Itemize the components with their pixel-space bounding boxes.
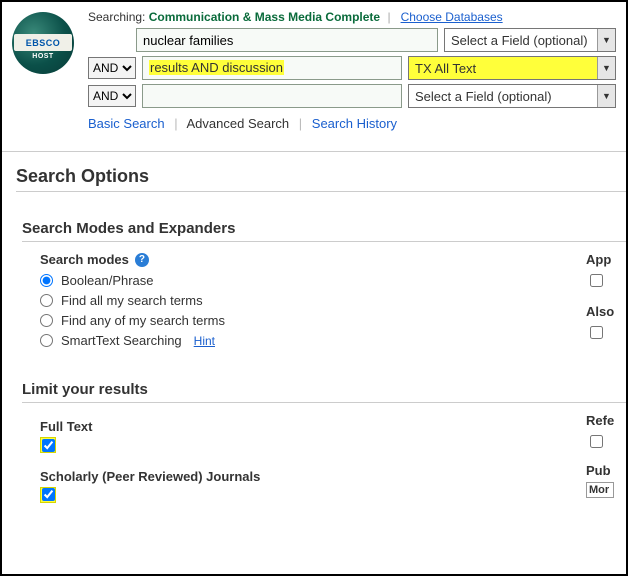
mode-smarttext[interactable]: SmartText Searching Hint: [40, 333, 586, 348]
search-header: EBSCO HOST Searching: Communication & Ma…: [2, 2, 626, 141]
search-mode-links: Basic Search | Advanced Search | Search …: [88, 116, 616, 131]
mode-find-all[interactable]: Find all my search terms: [40, 293, 586, 308]
limit-right: Refe Pub Mor: [586, 413, 626, 504]
database-name: Communication & Mass Media Complete: [149, 10, 380, 24]
field-select-2[interactable]: TX All Text ▼: [408, 56, 616, 80]
search-term-1[interactable]: [136, 28, 438, 52]
apply-checkbox[interactable]: [590, 274, 603, 287]
pub-label-partial: Pub: [586, 463, 626, 478]
also-label-partial: Also: [586, 304, 626, 319]
refe-label-partial: Refe: [586, 413, 626, 428]
logo-brand: EBSCO: [26, 38, 61, 48]
boolean-op-2[interactable]: AND: [88, 57, 136, 79]
basic-search-link[interactable]: Basic Search: [88, 116, 165, 131]
searching-line: Searching: Communication & Mass Media Co…: [88, 10, 616, 24]
scholarly-checkbox[interactable]: [42, 488, 55, 501]
references-checkbox[interactable]: [590, 435, 603, 448]
smarttext-hint-link[interactable]: Hint: [194, 334, 215, 348]
expanders-right: App Also: [586, 252, 626, 353]
field-select-1-value: Select a Field (optional): [451, 33, 588, 48]
search-options-title: Search Options: [16, 166, 626, 192]
search-history-link[interactable]: Search History: [312, 116, 397, 131]
full-text-label: Full Text: [40, 419, 586, 434]
mode-boolean[interactable]: Boolean/Phrase: [40, 273, 586, 288]
search-row-3: AND Select a Field (optional) ▼: [88, 84, 616, 108]
search-options: Search Options Search Modes and Expander…: [2, 152, 626, 504]
scholarly-label: Scholarly (Peer Reviewed) Journals: [40, 469, 586, 484]
searching-label: Searching:: [88, 10, 145, 24]
search-term-2: results AND discussion: [149, 60, 284, 75]
field-select-1[interactable]: Select a Field (optional) ▼: [444, 28, 616, 52]
limit-heading: Limit your results: [22, 381, 626, 403]
search-block: Searching: Communication & Mass Media Co…: [88, 10, 616, 131]
search-row-1: Select a Field (optional) ▼: [88, 28, 616, 52]
help-icon[interactable]: ?: [135, 253, 149, 267]
choose-databases-link[interactable]: Choose Databases: [401, 10, 503, 24]
boolean-op-3[interactable]: AND: [88, 85, 136, 107]
modes-section: Search Modes and Expanders Search modes …: [16, 220, 626, 353]
search-term-3[interactable]: [142, 84, 402, 108]
chevron-down-icon: ▼: [597, 85, 615, 107]
search-modes-label: Search modes ?: [40, 252, 586, 267]
scholarly-check-hl: [40, 487, 56, 503]
logo-sub: HOST: [12, 53, 74, 60]
chevron-down-icon: ▼: [597, 29, 615, 51]
full-text-checkbox[interactable]: [42, 439, 55, 452]
app-frame: EBSCO HOST Searching: Communication & Ma…: [0, 0, 628, 576]
ebsco-logo: EBSCO HOST: [12, 12, 74, 74]
chevron-down-icon: ▼: [597, 57, 615, 79]
also-checkbox[interactable]: [590, 326, 603, 339]
pub-month-partial[interactable]: Mor: [586, 482, 614, 498]
search-term-2-wrap[interactable]: results AND discussion: [142, 56, 402, 80]
field-select-3-value: Select a Field (optional): [415, 89, 552, 104]
modes-heading: Search Modes and Expanders: [22, 220, 626, 242]
field-select-3[interactable]: Select a Field (optional) ▼: [408, 84, 616, 108]
full-text-check-hl: [40, 437, 56, 453]
limit-section: Limit your results Full Text Scholarly (…: [16, 381, 626, 504]
apply-label-partial: App: [586, 252, 626, 267]
field-select-2-value: TX All Text: [415, 61, 476, 76]
mode-find-any[interactable]: Find any of my search terms: [40, 313, 586, 328]
advanced-search-current: Advanced Search: [187, 116, 290, 131]
search-row-2: AND results AND discussion TX All Text ▼: [88, 56, 616, 80]
